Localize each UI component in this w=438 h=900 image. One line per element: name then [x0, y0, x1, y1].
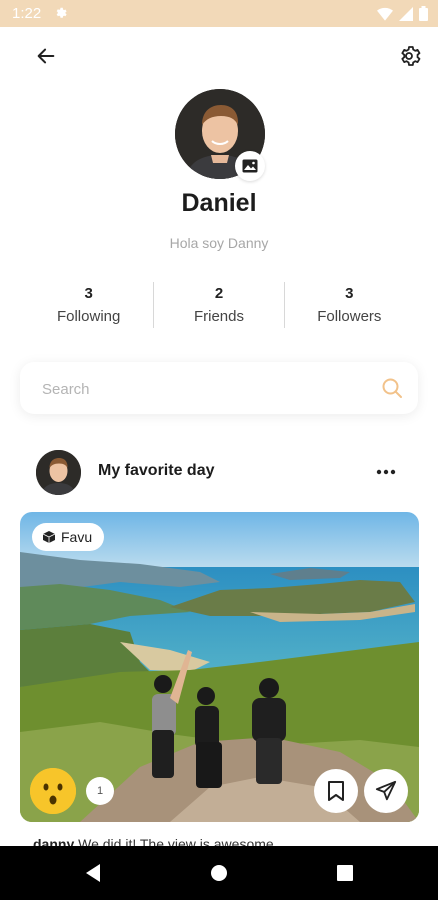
image-icon	[242, 159, 258, 173]
system-nav-bar	[0, 846, 438, 900]
stat-following[interactable]: 3 Following	[24, 282, 153, 328]
battery-icon	[419, 6, 428, 26]
stat-followers[interactable]: 3 Followers	[285, 282, 414, 328]
search-input[interactable]	[40, 376, 364, 402]
gear-icon	[401, 46, 421, 66]
stat-count: 3	[84, 285, 93, 302]
arrow-back-icon	[37, 48, 55, 64]
change-photo-button[interactable]	[235, 151, 265, 181]
post-author-avatar[interactable]	[36, 450, 81, 495]
triangle-back-icon	[86, 864, 100, 882]
profile-name: Daniel	[181, 189, 257, 217]
search-bar	[20, 362, 418, 414]
surprised-face-icon	[30, 768, 76, 814]
cube-icon	[42, 531, 56, 543]
settings-status-icon	[53, 6, 67, 25]
square-recents-icon	[337, 865, 353, 881]
stat-count: 2	[214, 285, 224, 302]
settings-button[interactable]	[389, 36, 429, 76]
signal-icon	[399, 6, 413, 26]
stat-count: 3	[345, 285, 354, 302]
nav-back-button[interactable]	[80, 860, 106, 886]
wifi-icon	[377, 7, 393, 26]
profile-bio: Hola soy Danny	[169, 235, 269, 251]
share-button[interactable]	[364, 769, 408, 813]
more-horizontal-icon	[376, 469, 396, 475]
status-time: 1:22	[12, 5, 42, 22]
post-tag[interactable]: Favu	[32, 523, 105, 551]
profile-stats: 3 Following 2 Friends 3 Followers	[24, 282, 414, 328]
post-title: My favorite day	[98, 462, 215, 479]
reaction-count: 1	[86, 777, 114, 805]
circle-home-icon	[211, 865, 227, 881]
landscape-photo	[20, 512, 419, 822]
stat-label: Following	[56, 308, 121, 325]
profile-avatar[interactable]	[175, 89, 265, 181]
post-tag-label: Favu	[61, 529, 93, 545]
more-options-button[interactable]	[372, 460, 400, 484]
search-icon[interactable]	[380, 376, 404, 405]
status-bar: 1:22	[0, 0, 438, 27]
stat-friends[interactable]: 2 Friends	[154, 282, 283, 328]
nav-recents-button[interactable]	[332, 860, 358, 886]
stat-label: Followers	[317, 308, 382, 325]
post-header: My favorite day	[36, 450, 406, 496]
send-icon	[375, 780, 397, 801]
nav-home-button[interactable]	[206, 860, 232, 886]
post-image[interactable]: Favu 1	[20, 512, 419, 822]
bookmark-icon	[328, 781, 344, 801]
reaction-button[interactable]	[30, 768, 76, 814]
bookmark-button[interactable]	[314, 769, 358, 813]
back-button[interactable]	[26, 36, 66, 76]
stat-label: Friends	[193, 308, 244, 325]
